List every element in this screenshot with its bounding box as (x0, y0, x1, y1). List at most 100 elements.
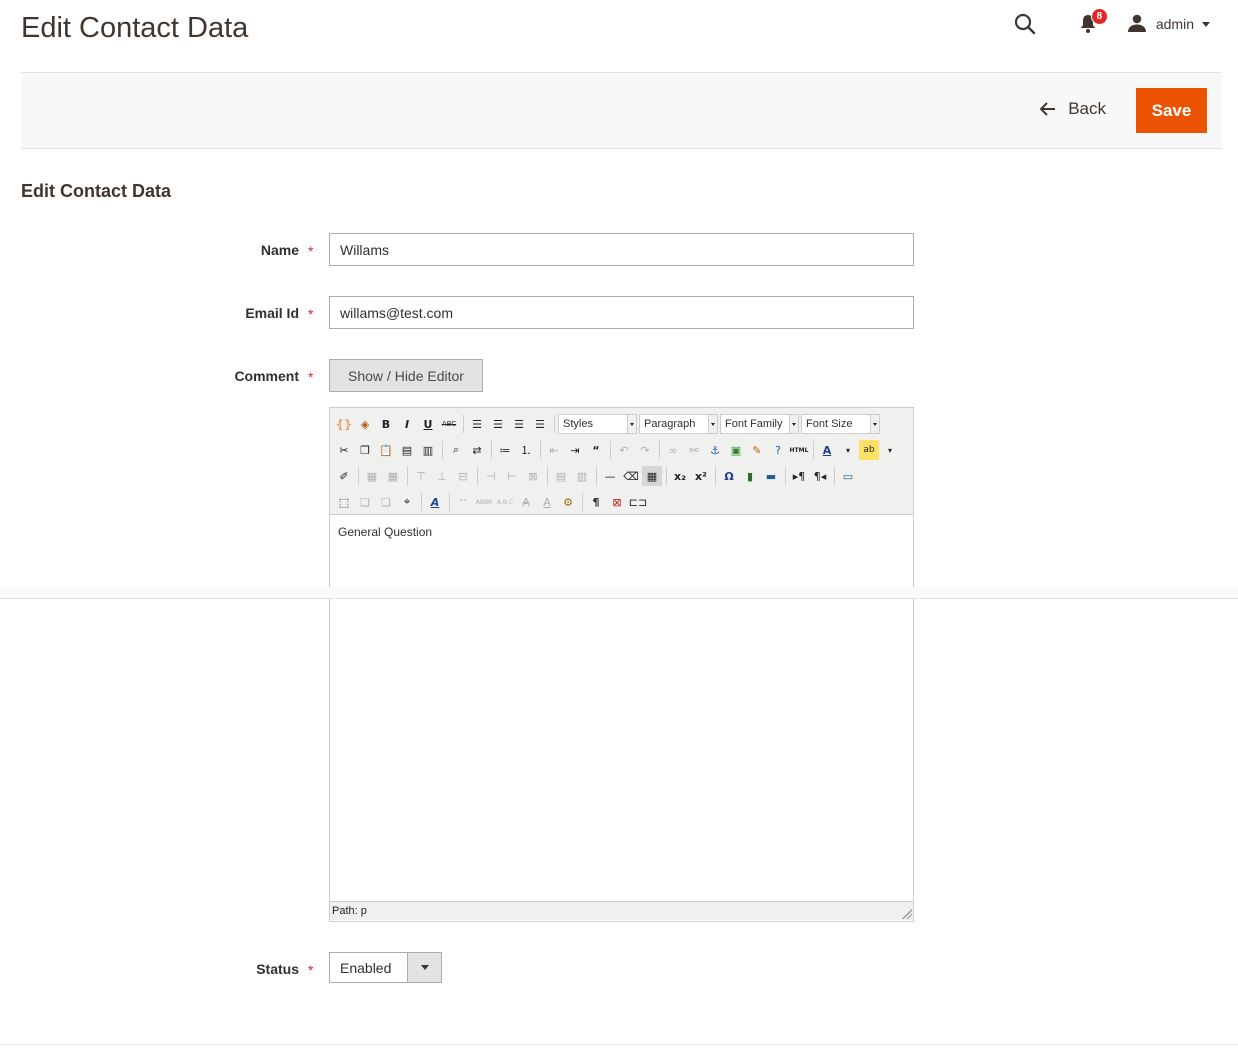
paste-word-icon[interactable]: ▥ (418, 440, 438, 460)
anchor-icon[interactable]: ⚓ (705, 440, 725, 460)
media-icon[interactable]: ▮ (740, 466, 760, 486)
insert-widget-icon[interactable]: ⦃⦄ (334, 414, 354, 434)
insertion-icon[interactable]: A (537, 492, 557, 512)
section-title: Edit Contact Data (21, 181, 172, 201)
bold-icon[interactable]: B (376, 414, 396, 434)
font-size-select[interactable]: Font Size (801, 414, 880, 434)
abbreviation-icon[interactable]: A.B.C (495, 492, 515, 512)
strikethrough-icon[interactable]: ABC (439, 414, 459, 434)
align-justify-icon[interactable]: ☰ (530, 414, 550, 434)
merge-cells-icon[interactable]: ▥ (572, 466, 592, 486)
link-icon[interactable]: ∞ (663, 440, 683, 460)
page-title: Edit Contact Data (21, 12, 249, 44)
text-color-dropdown-icon[interactable]: ▾ (838, 440, 858, 460)
blockquote-icon[interactable]: “ (586, 440, 606, 460)
remove-format-icon[interactable]: ⌫ (621, 466, 641, 486)
deletion-icon[interactable]: A (516, 492, 536, 512)
format-select[interactable]: Paragraph (639, 414, 718, 434)
acronym-icon[interactable]: ABBR (474, 492, 494, 512)
status-label: Status (256, 961, 299, 977)
background-color-icon[interactable]: ab (859, 440, 879, 460)
user-menu-button[interactable]: admin (1127, 14, 1210, 35)
required-marker: * (308, 243, 314, 259)
cite-icon[interactable]: “” (453, 492, 473, 512)
insert-row-before-icon[interactable]: ⊤ (411, 466, 431, 486)
bullet-list-icon[interactable]: ≔ (495, 440, 515, 460)
paste-text-icon[interactable]: ▤ (397, 440, 417, 460)
redo-icon[interactable]: ↷ (635, 440, 655, 460)
delete-col-icon[interactable]: ⊠ (523, 466, 543, 486)
split-cells-icon[interactable]: ▤ (551, 466, 571, 486)
attributes-icon[interactable]: ⚙ (558, 492, 578, 512)
copy-icon[interactable]: ❐ (355, 440, 375, 460)
visual-aid-icon[interactable]: ▦ (642, 466, 662, 486)
insert-image-icon[interactable]: ◈ (355, 414, 375, 434)
italic-icon[interactable]: I (397, 414, 417, 434)
name-input[interactable] (329, 233, 914, 266)
show-blocks-icon[interactable]: ¶ (586, 492, 606, 512)
show-hide-editor-button[interactable]: Show / Hide Editor (329, 359, 483, 392)
fullscreen-icon[interactable]: ▭ (838, 466, 858, 486)
align-right-icon[interactable]: ☰ (509, 414, 529, 434)
status-select-value: Enabled (340, 959, 392, 976)
advanced-hr-icon[interactable]: ▬ (761, 466, 781, 486)
notification-count-badge: 8 (1090, 8, 1108, 25)
insert-col-after-icon[interactable]: ⊢ (502, 466, 522, 486)
search-icon[interactable] (1012, 11, 1038, 37)
move-backward-icon[interactable]: ❏ (376, 492, 396, 512)
absolute-position-icon[interactable]: ⌖ (397, 492, 417, 512)
subscript-icon[interactable]: x₂ (670, 466, 690, 486)
editor-content-area[interactable]: General Question (330, 515, 913, 901)
move-forward-icon[interactable]: ❏ (355, 492, 375, 512)
editor-toolbar: ⦃⦄ ◈ B I U ABC ☰ ☰ ☰ ☰ Styles Paragraph … (330, 408, 913, 515)
font-family-select[interactable]: Font Family (720, 414, 799, 434)
insert-layer-icon[interactable]: ⬚ (334, 492, 354, 512)
replace-icon[interactable]: ⇄ (467, 440, 487, 460)
align-left-icon[interactable]: ☰ (467, 414, 487, 434)
horizontal-rule-icon[interactable]: — (600, 466, 620, 486)
table-row-props-icon[interactable]: ▦ (362, 466, 382, 486)
non-breaking-icon[interactable]: ⊠ (607, 492, 627, 512)
comment-label: Comment (234, 368, 299, 384)
indent-icon[interactable]: ⇥ (565, 440, 585, 460)
user-icon (1127, 14, 1146, 35)
paste-icon[interactable]: 📋 (376, 440, 396, 460)
find-icon[interactable]: ⌕ (446, 440, 466, 460)
ltr-icon[interactable]: ▸¶ (789, 466, 809, 486)
resize-grip-icon[interactable] (902, 909, 912, 919)
special-char-icon[interactable]: Ω (719, 466, 739, 486)
background-color-dropdown-icon[interactable]: ▾ (880, 440, 900, 460)
page-break-icon[interactable]: ⊏⊐ (628, 492, 648, 512)
insert-row-after-icon[interactable]: ⊥ (432, 466, 452, 486)
insert-col-before-icon[interactable]: ⊣ (481, 466, 501, 486)
text-color-icon[interactable]: A (817, 440, 837, 460)
cleanup-icon[interactable]: ✎ (747, 440, 767, 460)
help-icon[interactable]: ? (768, 440, 788, 460)
notifications-bell-icon[interactable]: 8 (1076, 8, 1108, 36)
header-actions: 8 admin (1012, 8, 1210, 40)
name-label: Name (260, 242, 299, 258)
cut-icon[interactable]: ✂ (334, 440, 354, 460)
back-button[interactable]: Back (1040, 99, 1106, 119)
align-center-icon[interactable]: ☰ (488, 414, 508, 434)
email-input[interactable] (329, 296, 914, 329)
underline-icon[interactable]: U (418, 414, 438, 434)
editor-path-text: Path: p (332, 905, 367, 917)
delete-row-icon[interactable]: ⊟ (453, 466, 473, 486)
superscript-icon[interactable]: x² (691, 466, 711, 486)
outdent-icon[interactable]: ⇤ (544, 440, 564, 460)
table-cell-props-icon[interactable]: ▦ (383, 466, 403, 486)
image-icon[interactable]: ▣ (726, 440, 746, 460)
back-button-label: Back (1068, 99, 1106, 118)
rtl-icon[interactable]: ¶◂ (810, 466, 830, 486)
numbered-list-icon[interactable]: ⒈ (516, 440, 536, 460)
styles-select[interactable]: Styles (558, 414, 637, 434)
edit-table-icon[interactable]: ✐ (334, 466, 354, 486)
undo-icon[interactable]: ↶ (614, 440, 634, 460)
styleprops-icon[interactable]: A (425, 492, 445, 512)
status-select[interactable]: Enabled (329, 952, 442, 983)
unlink-icon[interactable]: ⚯ (684, 440, 704, 460)
save-button[interactable]: Save (1136, 88, 1207, 133)
divider (0, 1044, 1238, 1045)
html-source-icon[interactable]: HTML (789, 440, 809, 460)
